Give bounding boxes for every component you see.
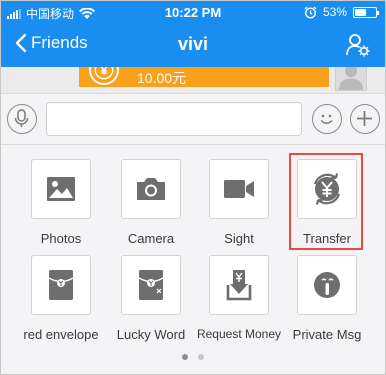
profile-settings-icon[interactable]: [345, 32, 371, 58]
request-money-button[interactable]: Request Money: [194, 255, 284, 341]
message-input[interactable]: [46, 102, 302, 136]
transfer-button[interactable]: Transfer: [282, 159, 372, 246]
video-icon: [224, 180, 254, 198]
photo-icon: [47, 177, 75, 201]
transfer-message-bubble[interactable]: 10.00元: [79, 67, 329, 87]
photos-button[interactable]: Photos: [16, 159, 106, 246]
input-bar: [1, 93, 385, 145]
plus-icon: [357, 111, 372, 126]
alarm-icon: [304, 6, 317, 19]
nav-bar: Friends vivi: [1, 23, 385, 67]
red-envelope-icon: [48, 270, 74, 300]
red-envelope-button[interactable]: red envelope: [16, 255, 106, 342]
page-dot[interactable]: [198, 354, 204, 360]
transfer-icon: [313, 173, 341, 205]
chat-screen: 中国移动 10:22 PM 53% Friends vivi 10.00元 Ph…: [0, 0, 386, 375]
tile-label: Lucky Word: [116, 327, 186, 342]
smiley-icon: [320, 114, 333, 124]
back-button[interactable]: Friends: [15, 33, 88, 53]
tile-label: red envelope: [23, 327, 99, 342]
battery-percent: 53%: [322, 5, 347, 19]
person-icon: [339, 67, 363, 90]
camera-button[interactable]: Camera: [106, 159, 196, 246]
lucky-word-icon: [138, 270, 164, 300]
more-button[interactable]: [350, 104, 380, 134]
emoji-button[interactable]: [312, 104, 342, 134]
tile-label: Photos: [40, 231, 82, 246]
microphone-icon: [14, 109, 29, 127]
back-label: Friends: [31, 33, 88, 52]
tile-label: Request Money: [196, 327, 282, 341]
yuan-transfer-icon: [89, 67, 119, 85]
avatar[interactable]: [335, 67, 367, 91]
tile-label: Sight: [224, 231, 254, 246]
private-msg-icon: [314, 272, 340, 298]
private-msg-button[interactable]: Private Msg: [282, 255, 372, 342]
chevron-left-icon: [15, 33, 27, 53]
tile-label: Transfer: [303, 231, 351, 246]
tile-label: Camera: [127, 231, 175, 246]
camera-icon: [137, 178, 165, 200]
tile-label: Private Msg: [292, 327, 362, 342]
chat-area: 10.00元: [1, 67, 385, 93]
sight-button[interactable]: Sight: [194, 159, 284, 246]
status-bar: 中国移动 10:22 PM 53%: [1, 1, 385, 23]
lucky-word-button[interactable]: Lucky Word: [106, 255, 196, 342]
request-money-icon: [226, 270, 252, 301]
page-indicator[interactable]: [1, 354, 385, 360]
page-dot[interactable]: [182, 354, 188, 360]
battery-icon: [353, 6, 379, 18]
voice-button[interactable]: [7, 104, 37, 134]
transfer-amount: 10.00元: [137, 70, 187, 86]
